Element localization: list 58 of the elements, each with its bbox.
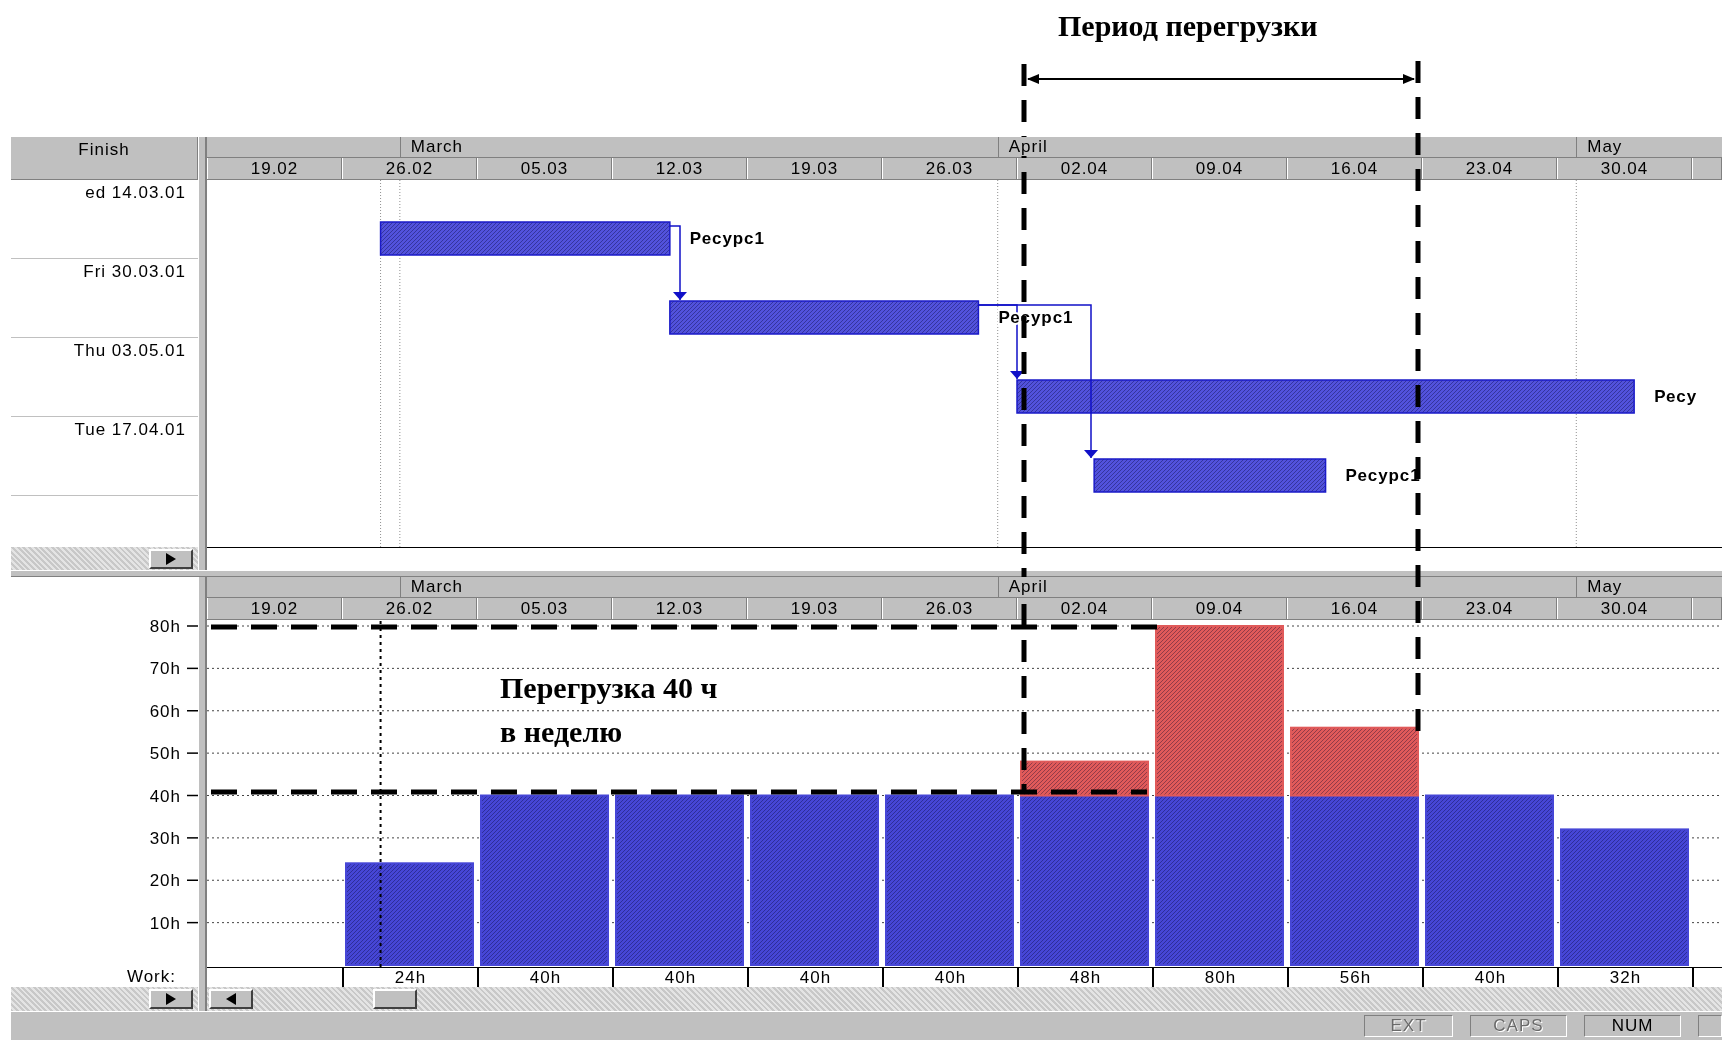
month-header: May <box>1576 137 1722 157</box>
pane-splitter[interactable] <box>198 137 207 180</box>
axis-tick-label: 10h <box>149 913 181 933</box>
right-triangle-icon <box>165 992 177 1006</box>
scroll-right-button[interactable] <box>149 548 193 569</box>
week-header: 23.04 <box>1422 598 1557 619</box>
annotation-note: Перегрузка 40 ч в неделю <box>500 670 718 750</box>
scroll-left-button[interactable] <box>209 989 253 1009</box>
week-header: 23.04 <box>1422 158 1557 179</box>
month-header: April <box>997 577 1577 597</box>
status-indicator: EXT <box>1364 1015 1453 1037</box>
week-header: 16.04 <box>1287 598 1422 619</box>
week-header: 16.04 <box>1287 158 1422 179</box>
month-header: March <box>399 137 998 157</box>
scrollbar-thumb[interactable] <box>373 989 417 1009</box>
week-header: 19.03 <box>747 598 882 619</box>
week-header: 30.04 <box>1557 598 1692 619</box>
month-header: April <box>997 137 1577 157</box>
week-header: 19.03 <box>747 158 882 179</box>
month-header: May <box>1576 577 1722 597</box>
status-panel <box>1698 1015 1722 1037</box>
week-header: 26.03 <box>882 158 1017 179</box>
week-header: 30.04 <box>1557 158 1692 179</box>
axis-tick-label: 40h <box>149 786 181 806</box>
work-row-label: Work: <box>125 967 177 987</box>
week-header: 09.04 <box>1152 598 1287 619</box>
left-triangle-icon <box>225 992 237 1006</box>
week-header: 05.03 <box>477 598 612 619</box>
status-indicator: NUM <box>1584 1015 1681 1037</box>
week-header: 02.04 <box>1017 158 1152 179</box>
axis-tick-label: 50h <box>149 744 181 764</box>
column-header[interactable]: Finish <box>11 137 198 180</box>
pane-splitter[interactable] <box>198 547 207 570</box>
month-header: March <box>399 577 998 597</box>
week-header: 12.03 <box>612 598 747 619</box>
week-header: 26.02 <box>342 598 477 619</box>
week-header: 26.02 <box>342 158 477 179</box>
week-header: 12.03 <box>612 158 747 179</box>
week-header: 05.03 <box>477 158 612 179</box>
week-header: 26.03 <box>882 598 1017 619</box>
right-triangle-icon <box>165 551 177 566</box>
resource-label: Ресу <box>1654 387 1698 406</box>
week-header: 02.04 <box>1017 598 1152 619</box>
resource-label: Ресурс1 <box>1345 466 1421 485</box>
axis-tick-label: 20h <box>149 871 181 891</box>
scroll-right-button[interactable] <box>149 989 193 1009</box>
pane-splitter[interactable] <box>198 577 207 620</box>
axis-tick-label: 80h <box>149 620 181 636</box>
axis-tick-label: 70h <box>149 659 181 679</box>
week-header: 19.02 <box>207 598 342 619</box>
week-header: 09.04 <box>1152 158 1287 179</box>
axis-tick-label: 60h <box>149 701 181 721</box>
axis-tick-label: 30h <box>149 828 181 848</box>
week-header: 19.02 <box>207 158 342 179</box>
status-indicator: CAPS <box>1470 1015 1567 1037</box>
resource-label: Ресурс1 <box>689 229 765 248</box>
pane-splitter[interactable] <box>198 987 207 1011</box>
annotation-title: Период перегрузки <box>1058 9 1318 42</box>
